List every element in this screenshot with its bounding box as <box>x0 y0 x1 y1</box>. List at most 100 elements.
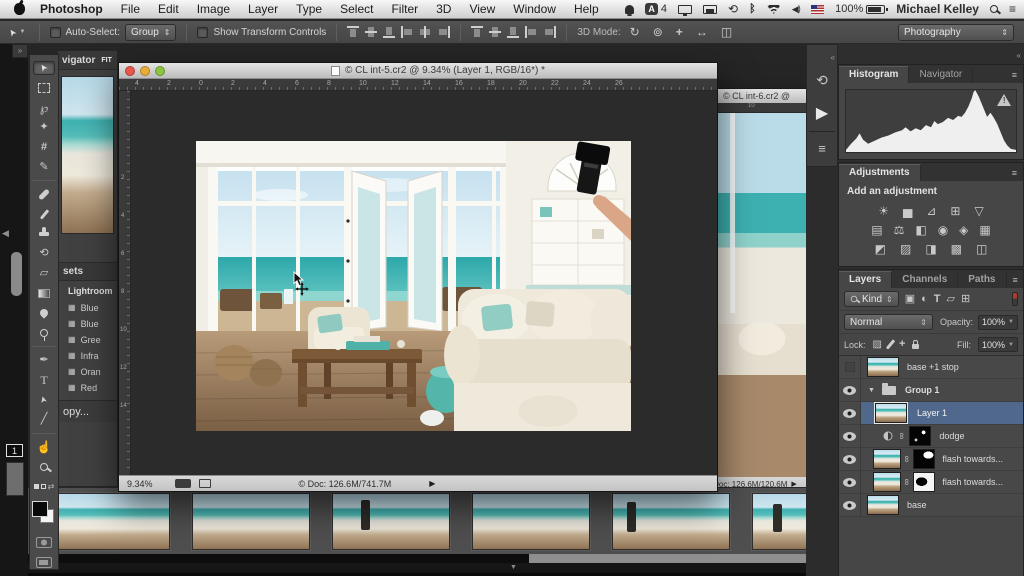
navigator-preview[interactable] <box>61 76 114 234</box>
dodge-tool[interactable] <box>33 326 55 340</box>
layer-row-flash-towards-1[interactable]: ∞ flash towards... <box>839 448 1023 471</box>
tab-navigator[interactable]: Navigator <box>909 67 973 83</box>
visibility-toggle[interactable] <box>839 448 861 470</box>
crop-tool[interactable]: # <box>33 141 55 155</box>
tool-preset-picker[interactable]: ➤ ▼ <box>6 27 29 38</box>
levels-icon[interactable]: ▅ <box>903 205 912 217</box>
panel-menu-icon[interactable]: ≡ <box>1007 275 1024 288</box>
line-tool[interactable]: ╱ <box>33 413 55 427</box>
menu-3d[interactable]: 3D <box>427 2 460 16</box>
actions-panel-icon[interactable]: ▶ <box>807 97 837 131</box>
distribute-bottom-edges-button[interactable] <box>507 26 520 38</box>
quick-mask-button[interactable] <box>33 535 55 549</box>
workspace-switcher[interactable]: Photography⇕ <box>898 24 1014 41</box>
layer-mask-thumbnail[interactable] <box>913 449 935 469</box>
left-dock-collapse[interactable]: » <box>12 44 28 58</box>
airplay-icon[interactable] <box>703 5 717 14</box>
navigator-panel-header[interactable]: vigator FIT FILL <box>58 51 117 70</box>
blur-tool[interactable] <box>33 307 55 321</box>
filter-type-layers-icon[interactable]: T <box>934 294 941 305</box>
layer-name[interactable]: Layer 1 <box>917 408 947 418</box>
input-language-flag-icon[interactable] <box>811 5 824 14</box>
document-window[interactable]: © CL int-5.cr2 @ 9.34% (Layer 1, RGB/16*… <box>118 62 718 492</box>
fill-value[interactable]: 100%▼ <box>978 337 1018 352</box>
move-tool[interactable]: ➤ <box>33 61 55 75</box>
zoom-level-field[interactable]: 9.34% <box>127 479 153 489</box>
tab-adjustments[interactable]: Adjustments <box>839 164 921 181</box>
photo-canvas[interactable] <box>196 141 631 431</box>
auto-select-checkbox[interactable] <box>50 27 61 38</box>
menu-help[interactable]: Help <box>565 2 608 16</box>
menu-photoshop[interactable]: Photoshop <box>31 2 112 16</box>
history-panel-icon[interactable]: ⟲ <box>807 65 837 97</box>
scrollbar-thumb[interactable] <box>28 554 529 563</box>
filmstrip-thumbnail[interactable] <box>192 493 310 550</box>
menu-image[interactable]: Image <box>188 2 239 16</box>
menu-view[interactable]: View <box>460 2 504 16</box>
hand-tool[interactable]: ☝ <box>33 440 55 454</box>
align-vertical-centers-button[interactable] <box>365 26 378 38</box>
distribute-left-edges-button[interactable] <box>525 26 538 38</box>
layer-row-dodge[interactable]: ∞ dodge <box>839 425 1023 448</box>
layer-thumbnail[interactable] <box>875 403 907 423</box>
menu-layer[interactable]: Layer <box>239 2 287 16</box>
menu-file[interactable]: File <box>112 2 149 16</box>
layer-row-base[interactable]: base <box>839 494 1023 517</box>
path-selection-tool[interactable]: ➤ <box>33 393 55 407</box>
history-brush-tool[interactable]: ⟲ <box>33 247 55 261</box>
eyedropper-tool[interactable]: ✎ <box>33 160 55 174</box>
invert-icon[interactable]: ◩ <box>875 243 886 255</box>
minibridge-icon[interactable] <box>175 479 191 488</box>
marquee-tool[interactable] <box>33 81 55 95</box>
panel-menu-icon[interactable]: ≡ <box>1006 168 1023 181</box>
layer-mask-thumbnail[interactable] <box>909 426 931 446</box>
align-horizontal-centers-button[interactable] <box>419 26 432 38</box>
filter-adjustment-layers-icon[interactable]: ◐ <box>921 294 928 305</box>
layer-name[interactable]: base <box>907 500 927 510</box>
visibility-toggle[interactable] <box>839 494 861 516</box>
3d-camera-icon[interactable]: ◫ <box>721 26 732 38</box>
menu-edit[interactable]: Edit <box>149 2 188 16</box>
notifications-icon[interactable] <box>625 5 634 14</box>
ruler-horizontal[interactable]: 4 2 0 2 4 6 8 10 12 14 16 18 20 22 24 26 <box>119 79 717 91</box>
minimize-button[interactable] <box>140 66 150 76</box>
displays-icon[interactable] <box>678 5 692 14</box>
3d-roll-icon[interactable]: ⊚ <box>653 26 663 38</box>
layer-thumbnail[interactable] <box>873 472 901 492</box>
user-menu[interactable]: Michael Kelley <box>896 2 979 16</box>
healing-brush-tool[interactable] <box>33 187 55 201</box>
layer-row-layer-1-selected[interactable]: Layer 1 <box>839 402 1023 425</box>
group-disclosure-icon[interactable]: ▼ <box>868 387 875 394</box>
layer-name[interactable]: Group 1 <box>905 385 940 395</box>
filter-smart-objects-icon[interactable]: ⊞ <box>961 294 970 305</box>
preset-item[interactable]: ▦Infra <box>68 348 117 364</box>
presets-panel-header[interactable]: sets <box>58 262 117 281</box>
preset-item[interactable]: ▦Oran <box>68 364 117 380</box>
visibility-toggle[interactable] <box>839 402 861 424</box>
layer-filter-kind-dropdown[interactable]: Kind ⇕ <box>844 291 899 307</box>
menu-select[interactable]: Select <box>331 2 382 16</box>
dock-collapse-icon[interactable]: « <box>1017 51 1020 60</box>
visibility-toggle[interactable] <box>839 356 861 378</box>
screen-mode-button[interactable] <box>33 555 55 569</box>
panel-menu-icon[interactable]: ≡ <box>1006 70 1023 83</box>
gradient-map-icon[interactable]: ▩ <box>951 243 962 255</box>
canvas-area[interactable] <box>131 91 717 475</box>
lock-position-icon[interactable]: + <box>899 339 905 350</box>
bluetooth-icon[interactable]: ᛒ <box>749 3 756 15</box>
notification-center-icon[interactable]: ≡ <box>1009 2 1016 16</box>
3d-slide-icon[interactable]: ↔ <box>696 26 708 38</box>
layer-row-group-1[interactable]: ▼ Group 1 <box>839 379 1023 402</box>
layer-row-base-plus-1-stop[interactable]: base +1 stop <box>839 356 1023 379</box>
layer-mask-thumbnail[interactable] <box>913 472 935 492</box>
auto-select-dropdown[interactable]: Group⇕ <box>125 24 177 41</box>
show-transform-checkbox[interactable] <box>197 27 208 38</box>
preset-item[interactable]: ▦Blue <box>68 300 117 316</box>
document-title-bar[interactable]: © CL int-5.cr2 @ 9.34% (Layer 1, RGB/16*… <box>119 63 717 79</box>
distribute-right-edges-button[interactable] <box>543 26 556 38</box>
filter-toggle-switch[interactable] <box>1012 292 1018 306</box>
opacity-value[interactable]: 100%▼ <box>978 315 1018 330</box>
resize-handle-icon[interactable]: ▼ <box>510 564 517 571</box>
distribute-top-edges-button[interactable] <box>471 26 484 38</box>
blend-mode-dropdown[interactable]: Normal⇕ <box>844 314 933 330</box>
